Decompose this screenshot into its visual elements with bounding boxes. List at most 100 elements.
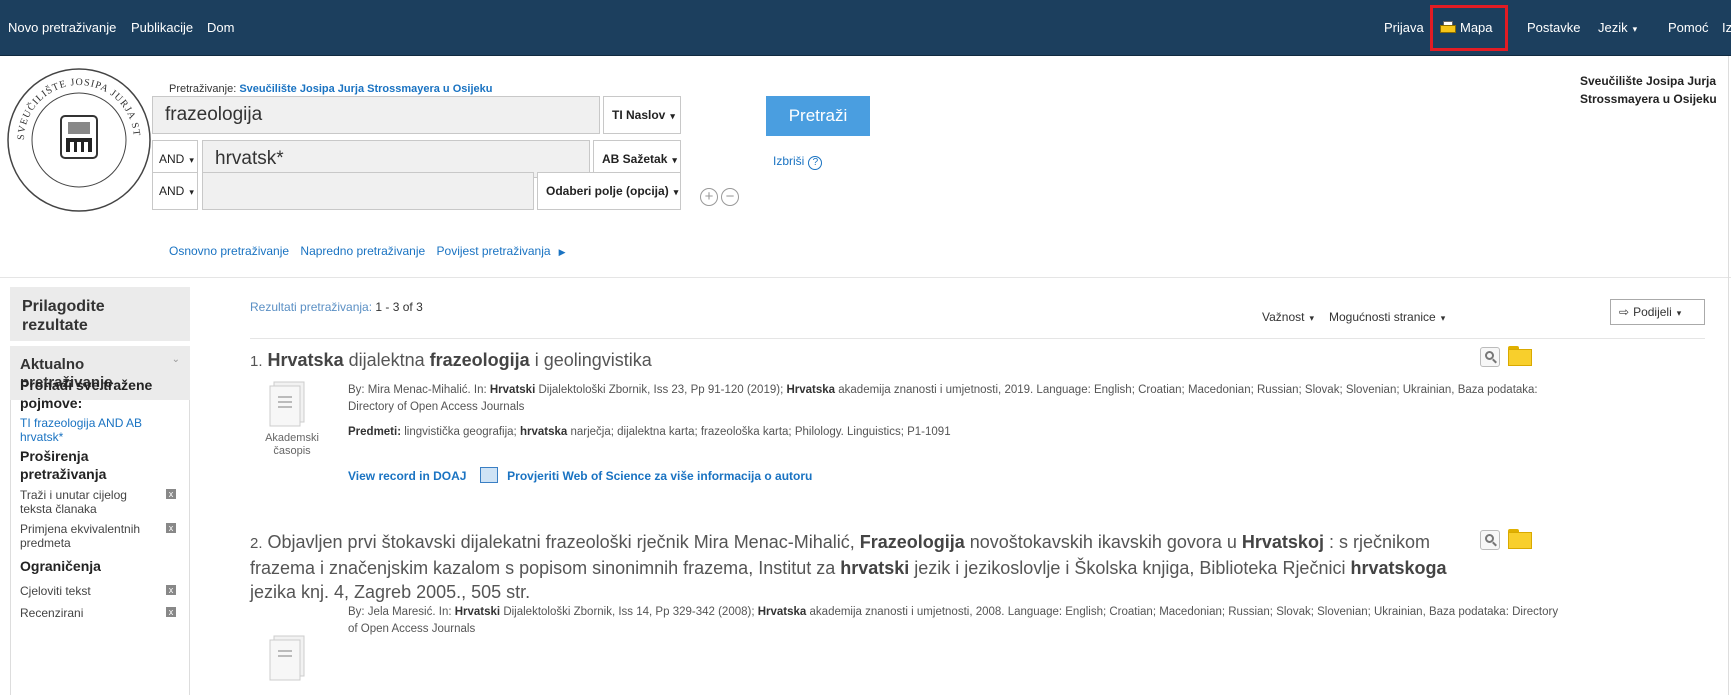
sort-dropdown[interactable]: Važnost ▾: [1262, 310, 1314, 324]
search-history-link[interactable]: Povijest pretraživanja ▶: [437, 244, 574, 258]
remove-expander-icon[interactable]: x: [166, 489, 176, 499]
nav-sign-in[interactable]: Prijava: [1384, 0, 1424, 56]
clear-search-link[interactable]: Izbriši?: [773, 154, 823, 170]
limiter-peer-reviewed: Recenzirani: [20, 606, 84, 620]
subjects-label: Predmeti:: [348, 426, 402, 438]
institution-line-2: Strossmayera u Osijeku: [1580, 92, 1717, 106]
expanders-line-2: pretraživanja: [20, 466, 107, 482]
preview-icon[interactable]: [1480, 347, 1500, 367]
expanders-heading: Proširenja pretraživanja: [20, 447, 106, 483]
result-1-links: View record in DOAJ Provjeriti Web of Sc…: [348, 467, 812, 483]
find-all-heading: Pronađi sve tražene pojmove:: [20, 376, 152, 412]
search-button[interactable]: Pretraži: [766, 96, 870, 136]
share-icon: ⇨: [1619, 305, 1630, 319]
limiters-heading: Ograničenja: [20, 558, 101, 574]
share-button[interactable]: ⇨ Podijeli ▾: [1610, 299, 1705, 325]
web-of-science-link[interactable]: Provjeriti Web of Science za više inform…: [507, 469, 812, 483]
search-source-label: Pretraživanje: Sveučilište Josipa Jurja …: [169, 83, 492, 95]
institution-line-1: Sveučilište Josipa Jurja: [1580, 74, 1717, 88]
search-mode-links: Osnovno pretraživanje Napredno pretraživ…: [169, 244, 582, 258]
chevron-down-icon: ▾: [1676, 308, 1682, 318]
chevron-down-icon: ▾: [673, 187, 679, 197]
nav-folder-link[interactable]: Mapa: [1440, 0, 1493, 56]
current-query-link[interactable]: TI frazeologija AND AB hrvatsk*: [20, 416, 142, 444]
search-label-text: Pretraživanje:: [169, 83, 237, 95]
result-2-number: 2.: [250, 535, 263, 552]
clear-label: Izbriši: [773, 154, 805, 168]
result-1-meta: By: Mira Menac-Mihalić. In: Hrvatski Dij…: [348, 384, 1538, 413]
result-1-title[interactable]: 1. Hrvatska dijalektna frazeologija i ge…: [250, 348, 1450, 374]
chevron-down-icon: ▾: [1309, 313, 1314, 323]
page-options-label: Mogućnosti stranice: [1329, 310, 1436, 324]
basic-search-link[interactable]: Osnovno pretraživanje: [169, 244, 289, 258]
refine-title-line-2: rezultate: [22, 317, 88, 334]
nav-publications[interactable]: Publikacije: [131, 0, 193, 56]
caret-right-icon: ▶: [558, 247, 566, 257]
find-all-line-2: pojmove:: [20, 395, 83, 411]
expander-item-fulltext: Traži i unutar cijelog teksta članaka: [20, 488, 127, 516]
result-1-subjects: Predmeti: lingvistička geografija; hrvat…: [348, 426, 951, 438]
add-to-folder-icon[interactable]: [1508, 527, 1532, 549]
nav-exit[interactable]: Izlaz: [1722, 0, 1731, 56]
institution-name: Sveučilište Josipa Jurja Strossmayera u …: [1580, 72, 1717, 108]
result-2-meta: By: Jela Maresić. In: Hrvatski Dijalekto…: [348, 606, 1559, 635]
expander-1-line-1: Traži i unutar cijelog: [20, 488, 127, 502]
folder-icon: [1440, 21, 1456, 33]
field-select-2-label: AB Sažetak: [602, 152, 668, 166]
top-navigation-bar: Novo pretraživanje Publikacije Dom Prija…: [0, 0, 1731, 56]
query-line-2: hrvatsk*: [20, 430, 64, 444]
search-input-1[interactable]: frazeologija: [152, 96, 600, 134]
search-input-3[interactable]: [202, 172, 534, 210]
publication-type: Akademski časopis: [262, 432, 322, 458]
remove-row-icon[interactable]: −: [721, 188, 739, 206]
remove-expander-icon[interactable]: x: [166, 523, 176, 533]
add-row-icon[interactable]: +: [700, 188, 718, 206]
search-source-name[interactable]: Sveučilište Josipa Jurja Strossmayera u …: [239, 83, 492, 95]
nav-preferences[interactable]: Postavke: [1527, 0, 1580, 56]
operator-3-label: AND: [159, 184, 185, 198]
preview-icon[interactable]: [1480, 530, 1500, 550]
nav-new-search[interactable]: Novo pretraživanje: [8, 0, 116, 56]
expander-2-line-1: Primjena ekvivalentnih: [20, 522, 141, 536]
nav-folder-label: Mapa: [1460, 20, 1493, 35]
result-1-number: 1.: [250, 353, 263, 370]
expander-item-equivalent: Primjena ekvivalentnih predmeta: [20, 522, 140, 550]
page-options-dropdown[interactable]: Mogućnosti stranice ▾: [1329, 310, 1445, 324]
help-icon[interactable]: ?: [808, 156, 823, 170]
refine-results-title: Prilagodite rezultate: [22, 297, 105, 335]
chevron-down-icon: ▾: [1632, 24, 1638, 34]
nav-help[interactable]: Pomoć: [1668, 0, 1708, 56]
field-select-3-label: Odaberi polje (opcija): [546, 184, 669, 198]
limiter-fulltext: Cjeloviti tekst: [20, 584, 91, 598]
expander-2-line-2: predmeta: [20, 536, 71, 550]
results-count: Rezultati pretraživanja: 1 - 3 of 3: [250, 300, 423, 314]
refine-results-header: Prilagodite rezultate: [10, 287, 190, 341]
pubtype-line-1: Akademski: [265, 432, 319, 444]
chevron-down-icon: ▾: [189, 187, 194, 197]
remove-limiter-icon[interactable]: x: [166, 607, 176, 617]
operator-2-label: AND: [159, 152, 185, 166]
chevron-down-icon: ▾: [670, 111, 675, 121]
advanced-search-link[interactable]: Napredno pretraživanje: [300, 244, 425, 258]
results-count-value: 1 - 3 of 3: [375, 300, 423, 314]
web-of-science-icon: [479, 467, 498, 483]
pubtype-line-2: časopis: [273, 445, 311, 457]
result-2-title[interactable]: 2. Objavljen prvi štokavski dijalekatni …: [250, 530, 1480, 604]
remove-limiter-icon[interactable]: x: [166, 585, 176, 595]
field-select-1-label: TI Naslov: [612, 108, 666, 122]
add-to-folder-icon[interactable]: [1508, 344, 1532, 366]
search-history-label: Povijest pretraživanja: [436, 244, 551, 258]
view-in-doaj-link[interactable]: View record in DOAJ: [348, 469, 466, 483]
field-select-3[interactable]: Odaberi polje (opcija) ▾: [537, 172, 681, 210]
divider: [250, 338, 1705, 339]
journal-thumbnail-icon: [269, 635, 305, 681]
nav-home[interactable]: Dom: [207, 0, 234, 56]
chevron-down-icon[interactable]: ⌄: [172, 354, 180, 365]
nav-language-label: Jezik: [1598, 20, 1628, 35]
operator-select-3[interactable]: AND ▾: [152, 172, 198, 210]
query-line-1: TI frazeologija AND AB: [20, 416, 143, 430]
field-select-1[interactable]: TI Naslov ▾: [603, 96, 681, 134]
journal-thumbnail-icon: [269, 381, 305, 427]
nav-language[interactable]: Jezik ▾: [1598, 0, 1637, 56]
chevron-down-icon: ▾: [1440, 313, 1446, 323]
